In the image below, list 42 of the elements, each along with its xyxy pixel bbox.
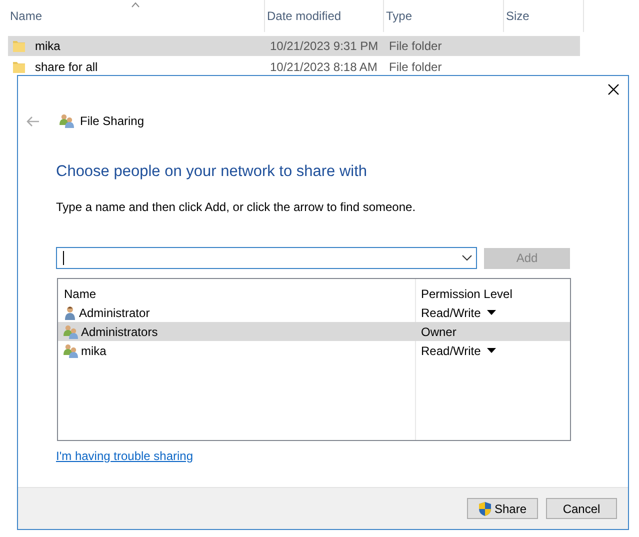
person-name: mika xyxy=(81,344,106,358)
folder-icon xyxy=(12,60,26,74)
date-modified: 10/21/2023 8:18 AM xyxy=(269,60,378,74)
file-name: share for all xyxy=(35,60,98,74)
name-combo-field[interactable] xyxy=(56,247,477,269)
person-name: Administrator xyxy=(79,306,150,320)
dropdown-triangle-icon[interactable] xyxy=(486,348,496,353)
close-icon[interactable] xyxy=(608,84,619,95)
trouble-sharing-link[interactable]: I'm having trouble sharing xyxy=(56,449,194,463)
file-name: mika xyxy=(35,39,60,53)
column-header[interactable]: Date modified xyxy=(265,0,384,32)
shield-icon xyxy=(478,500,492,516)
file-type: File folder xyxy=(388,60,443,74)
file-row[interactable]: share for all 10/21/2023 8:18 AM File folder xyxy=(8,57,580,77)
column-header[interactable]: Name xyxy=(58,287,415,303)
person-row[interactable]: Administrator Read/Write xyxy=(58,303,570,322)
person-row[interactable]: Administrators Owner xyxy=(58,322,570,341)
file-row[interactable]: mika 10/21/2023 9:31 PM File folder xyxy=(8,36,580,56)
file-type: File folder xyxy=(388,39,443,53)
permission-level: Read/Write xyxy=(421,344,481,358)
users-icon xyxy=(62,342,80,358)
sort-up-icon xyxy=(131,2,140,8)
share-button[interactable]: Share xyxy=(467,498,538,519)
chevron-down-icon[interactable] xyxy=(462,255,472,261)
folder-icon xyxy=(12,39,26,53)
column-header[interactable]: Type xyxy=(384,0,504,32)
permission-level: Owner xyxy=(421,324,456,338)
person-row[interactable]: mika Read/Write xyxy=(58,341,570,360)
person-name: Administrators xyxy=(81,324,158,338)
permission-level: Read/Write xyxy=(421,306,481,320)
instruction-text: Type a name and then click Add, or click the arrow to find someone. xyxy=(56,200,417,214)
column-header[interactable]: Permission Level xyxy=(415,287,570,303)
user-icon xyxy=(62,304,78,320)
date-modified: 10/21/2023 9:31 PM xyxy=(269,39,380,53)
cancel-button[interactable]: Cancel xyxy=(546,498,617,519)
dropdown-triangle-icon[interactable] xyxy=(486,310,496,315)
column-header[interactable]: Name xyxy=(8,0,265,32)
users-icon xyxy=(62,324,80,340)
dialog-heading: Choose people on your network to share with xyxy=(56,163,368,181)
users-icon xyxy=(58,113,76,129)
column-header[interactable]: Size xyxy=(504,0,584,32)
window-title: File Sharing xyxy=(80,114,144,128)
